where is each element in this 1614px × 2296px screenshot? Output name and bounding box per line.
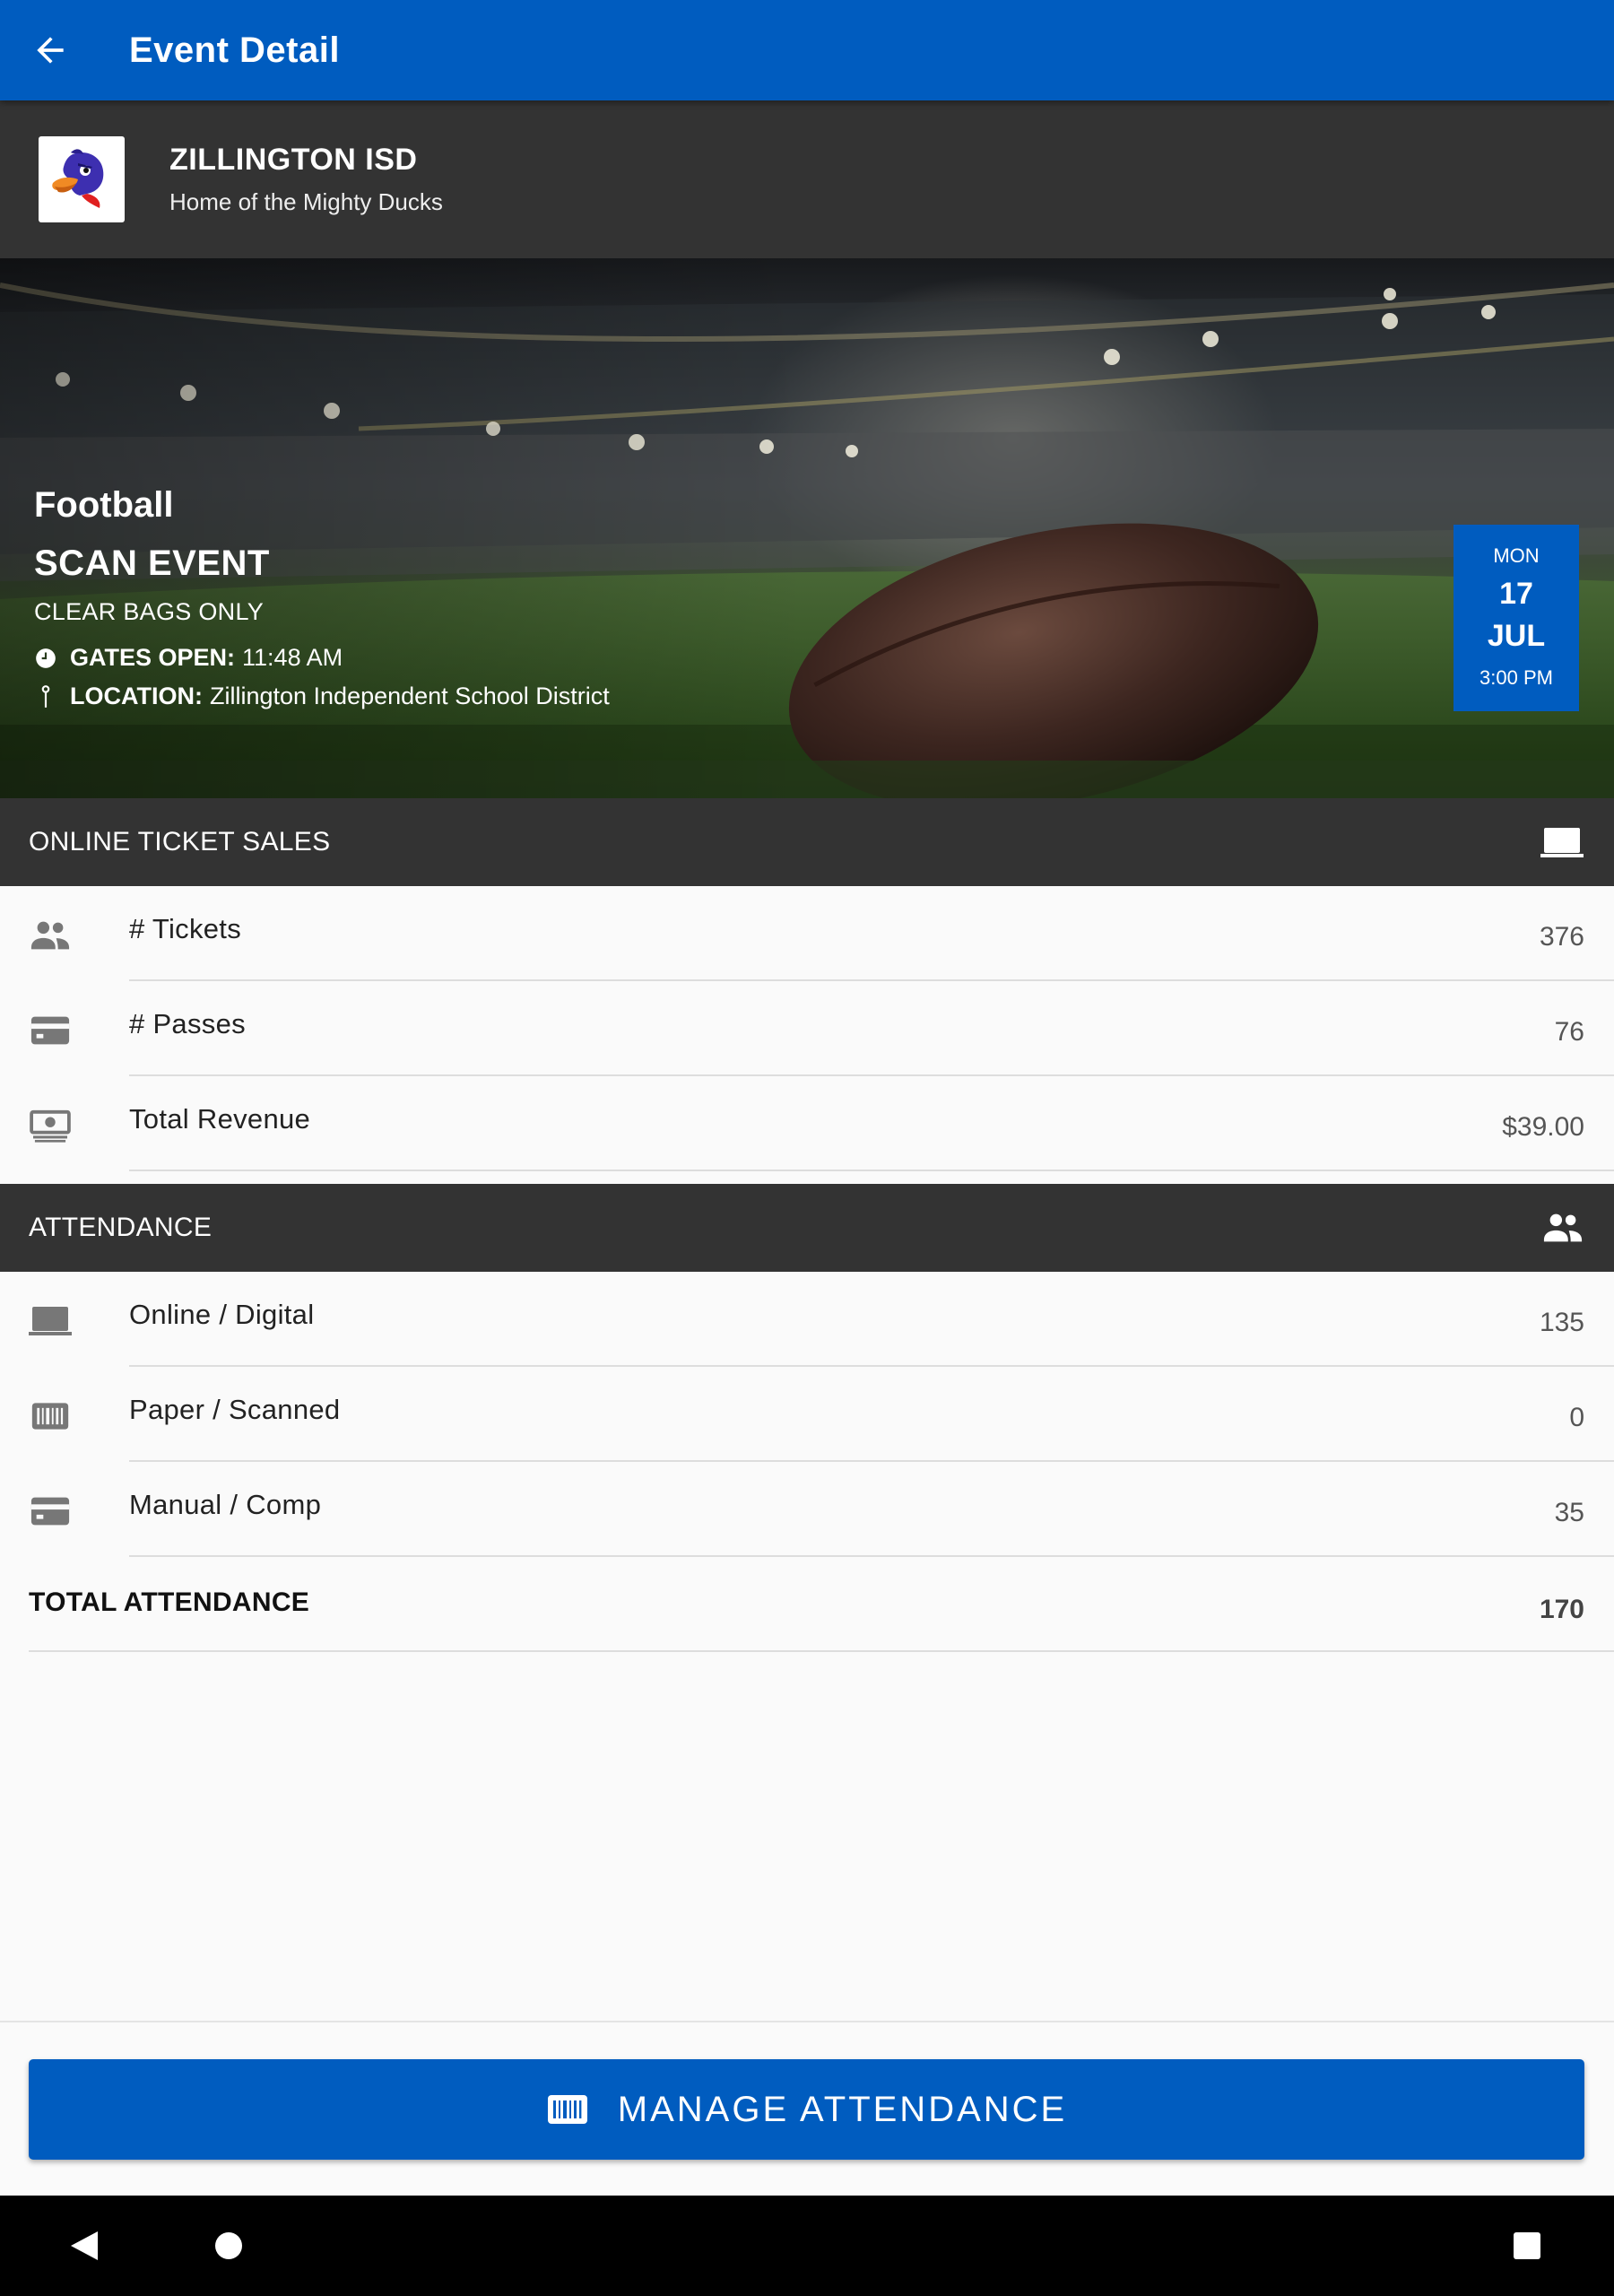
laptop-icon xyxy=(1540,828,1584,857)
app-bar: Event Detail xyxy=(0,0,1614,100)
people-icon xyxy=(1543,1213,1583,1242)
manage-attendance-button[interactable]: MANAGE ATTENDANCE xyxy=(29,2059,1584,2160)
row-label: Paper / Scanned xyxy=(129,1394,341,1425)
location-label: LOCATION: xyxy=(70,683,203,709)
date-day: 17 xyxy=(1499,577,1533,611)
date-weekday: MON xyxy=(1493,544,1540,567)
nav-recents-button[interactable] xyxy=(1500,2221,1554,2271)
event-name: SCAN EVENT xyxy=(34,544,270,583)
manage-attendance-label: MANAGE ATTENDANCE xyxy=(617,2089,1068,2129)
list-item-tickets: # Tickets 376 xyxy=(0,886,1614,981)
duck-mascot-logo xyxy=(52,149,104,208)
total-attendance-row: TOTAL ATTENDANCE 170 xyxy=(0,1561,1614,1652)
list-item-paper-scanned: Paper / Scanned 0 xyxy=(0,1367,1614,1462)
organization-header: ZILLINGTON ISD Home of the Mighty Ducks xyxy=(0,100,1614,258)
row-label: Online / Digital xyxy=(129,1299,315,1330)
location-value: Zillington Independent School District xyxy=(209,683,610,709)
list-item-manual-comp: Manual / Comp 35 xyxy=(0,1462,1614,1557)
gates-open-row: GATES OPEN: 11:48 AM xyxy=(34,644,610,672)
event-date-badge: MON 17 JUL 3:00 PM xyxy=(1453,525,1579,711)
back-button[interactable] xyxy=(22,22,79,79)
row-label: # Passes xyxy=(129,1008,246,1039)
location-pin-icon xyxy=(41,684,50,708)
row-label: Manual / Comp xyxy=(129,1489,322,1520)
people-icon xyxy=(30,921,70,950)
square-recents-icon xyxy=(1514,2232,1540,2259)
laptop-icon xyxy=(29,1307,72,1335)
barcode-icon xyxy=(547,2095,587,2124)
date-month: JUL xyxy=(1487,619,1546,653)
total-attendance-label: TOTAL ATTENDANCE xyxy=(29,1587,310,1617)
org-name: ZILLINGTON ISD xyxy=(169,143,418,177)
triangle-back-icon xyxy=(71,2231,98,2260)
row-value: $39.00 xyxy=(1502,1112,1584,1142)
money-icon xyxy=(30,1109,71,1143)
org-tagline: Home of the Mighty Ducks xyxy=(169,188,443,215)
row-label: # Tickets xyxy=(129,913,242,944)
total-attendance-value: 170 xyxy=(1539,1595,1584,1624)
row-value: 76 xyxy=(1554,1017,1584,1047)
location-row: LOCATION: Zillington Independent School … xyxy=(34,683,610,710)
row-value: 376 xyxy=(1539,922,1584,952)
nav-home-button[interactable] xyxy=(202,2221,256,2271)
row-label: Total Revenue xyxy=(129,1103,311,1135)
online-ticket-sales-header: ONLINE TICKET SALES xyxy=(0,798,1614,886)
divider xyxy=(29,1650,1614,1652)
event-sport: Football xyxy=(34,485,174,525)
arrow-left-icon xyxy=(37,37,64,64)
section-title: ONLINE TICKET SALES xyxy=(29,827,331,857)
list-item-passes: # Passes 76 xyxy=(0,981,1614,1076)
event-info: Football SCAN EVENT CLEAR BAGS ONLY GATE… xyxy=(34,485,610,710)
attendance-header: ATTENDANCE xyxy=(0,1184,1614,1272)
row-value: 0 xyxy=(1569,1403,1584,1432)
date-time: 3:00 PM xyxy=(1480,666,1553,689)
list-item-total-revenue: Total Revenue $39.00 xyxy=(0,1076,1614,1171)
org-logo xyxy=(39,136,125,222)
event-note: CLEAR BAGS ONLY xyxy=(34,598,265,625)
row-value: 35 xyxy=(1554,1498,1584,1527)
clock-icon xyxy=(36,648,56,668)
divider xyxy=(129,1555,1614,1557)
nav-back-button[interactable] xyxy=(57,2221,111,2271)
system-navigation-bar xyxy=(0,2196,1614,2296)
gates-open-label: GATES OPEN: xyxy=(70,644,236,671)
divider xyxy=(129,1170,1614,1171)
card-icon xyxy=(30,1497,70,1526)
list-item-online-digital: Online / Digital 135 xyxy=(0,1272,1614,1367)
gates-open-value: 11:48 AM xyxy=(242,644,343,671)
section-title: ATTENDANCE xyxy=(29,1213,213,1242)
circle-home-icon xyxy=(215,2232,242,2259)
page-title: Event Detail xyxy=(129,30,340,70)
card-icon xyxy=(30,1016,70,1045)
row-value: 135 xyxy=(1539,1308,1584,1337)
footer-divider xyxy=(0,2021,1614,2022)
barcode-icon xyxy=(31,1403,69,1430)
